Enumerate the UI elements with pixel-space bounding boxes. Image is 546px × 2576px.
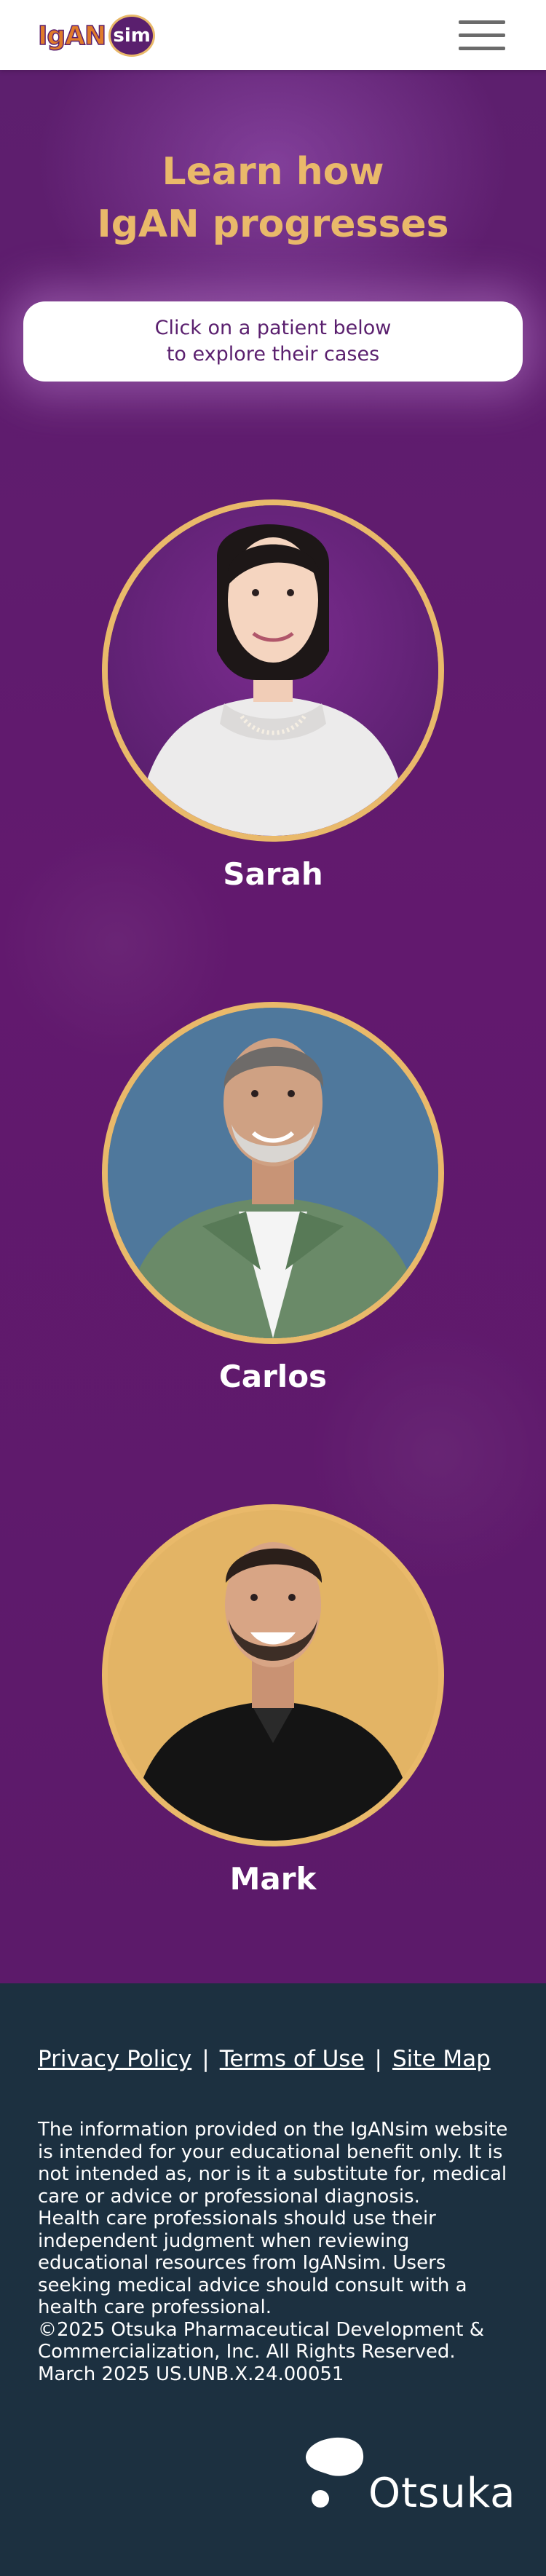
patient-portrait-sarah[interactable] <box>102 499 444 842</box>
patient-portrait-mark[interactable] <box>102 1504 444 1846</box>
privacy-policy-link[interactable]: Privacy Policy <box>38 2046 191 2072</box>
link-separator: | <box>202 2046 210 2072</box>
patient-name-carlos[interactable]: Carlos <box>0 1359 546 1394</box>
site-footer: Privacy Policy | Terms of Use | Site Map The… <box>0 1983 546 2576</box>
mark-portrait-image <box>108 1510 438 1841</box>
igansim-logo[interactable]: IgAN sim <box>37 15 156 57</box>
logo-wordmark: IgAN <box>37 20 107 52</box>
patient-card-sarah[interactable]: Sarah <box>0 449 546 929</box>
terms-of-use-link[interactable]: Terms of Use <box>220 2046 365 2072</box>
hamburger-menu-icon[interactable] <box>456 16 508 54</box>
instruction-line-2: to explore their cases <box>166 343 380 366</box>
patient-name-sarah[interactable]: Sarah <box>0 856 546 892</box>
footer-links: Privacy Policy | Terms of Use | Site Map <box>38 2046 491 2072</box>
title-line-2: IgAN progresses <box>97 202 449 246</box>
link-separator: | <box>374 2046 382 2072</box>
title-line-1: Learn how <box>162 150 384 194</box>
patient-portrait-carlos[interactable] <box>102 1002 444 1344</box>
page-title: Learn how IgAN progresses <box>0 146 546 250</box>
job-code-text: March 2025 US.UNB.X.24.00051 <box>38 2363 344 2385</box>
footer-disclaimer: The information provided on the IgANsim … <box>38 2119 511 2385</box>
otsuka-wordmark: Otsuka <box>368 2470 516 2517</box>
otsuka-logo[interactable]: Otsuka <box>298 2429 517 2531</box>
instruction-line-1: Click on a patient below <box>154 317 392 339</box>
site-header: IgAN sim <box>0 0 546 70</box>
patient-card-mark[interactable]: Mark <box>0 1453 546 1934</box>
patient-card-carlos[interactable]: Carlos <box>0 951 546 1431</box>
sarah-portrait-image <box>108 505 438 836</box>
copyright-text: ©2025 Otsuka Pharmaceutical Development … <box>38 2318 484 2363</box>
disclaimer-educational: The information provided on the IgANsim … <box>38 2119 508 2208</box>
site-map-link[interactable]: Site Map <box>392 2046 491 2072</box>
patient-name-mark[interactable]: Mark <box>0 1861 546 1897</box>
instruction-card: Click on a patient below to explore thei… <box>23 301 523 382</box>
carlos-portrait-image <box>108 1008 438 1338</box>
otsuka-drop-icon <box>306 2437 364 2508</box>
patient-selection-section: Learn how IgAN progresses Click on a pat… <box>0 70 546 1983</box>
logo-badge: sim <box>108 15 156 57</box>
disclaimer-hcp: Health care professionals should use the… <box>38 2208 467 2318</box>
